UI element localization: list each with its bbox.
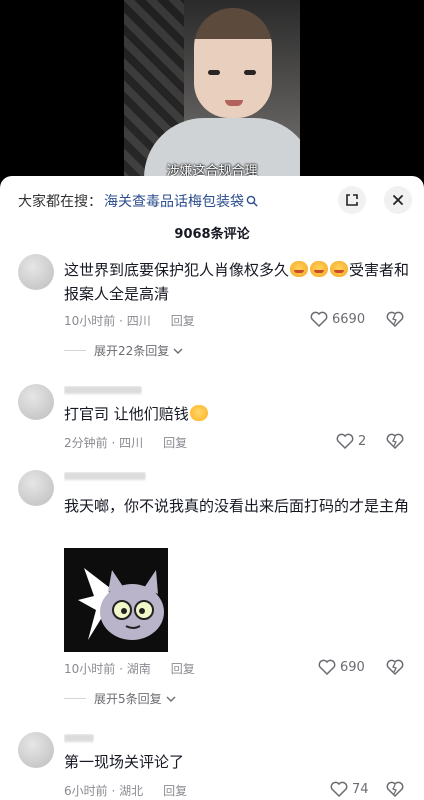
username[interactable] bbox=[64, 386, 142, 400]
video-player[interactable]: 涉嫌这合规合理 bbox=[0, 0, 424, 182]
comment-meta: 10小时前 · 四川 回复 bbox=[64, 312, 195, 329]
reply-button[interactable]: 回复 bbox=[171, 312, 195, 329]
avatar[interactable] bbox=[18, 254, 54, 290]
avatar[interactable] bbox=[18, 470, 54, 506]
expand-button[interactable] bbox=[338, 186, 366, 214]
like-button[interactable]: 690 bbox=[318, 659, 365, 675]
heart-icon bbox=[310, 311, 328, 327]
comment-time-location: 10小时前 · 四川 bbox=[64, 314, 151, 328]
video-frame: 涉嫌这合规合理 bbox=[124, 0, 300, 182]
expand-icon bbox=[346, 194, 358, 206]
heart-icon bbox=[318, 659, 336, 675]
dislike-icon[interactable] bbox=[386, 311, 404, 327]
like-count: 2 bbox=[358, 433, 367, 449]
expand-replies-button[interactable]: 展开5条回复 bbox=[64, 690, 176, 707]
like-count: 690 bbox=[340, 659, 365, 675]
emoji-icon bbox=[310, 261, 329, 277]
divider bbox=[64, 350, 86, 351]
comment-time-location: 10小时前 · 湖南 bbox=[64, 662, 151, 676]
reply-button[interactable]: 回复 bbox=[163, 782, 187, 799]
blurred-username bbox=[64, 734, 94, 742]
close-icon bbox=[393, 195, 403, 205]
avatar[interactable] bbox=[18, 384, 54, 420]
comment-meta: 6小时前 · 湖北 回复 bbox=[64, 782, 187, 799]
comment-time-location: 6小时前 · 湖北 bbox=[64, 784, 144, 798]
comment-count-title: 9068条评论 bbox=[174, 227, 250, 242]
blurred-username bbox=[64, 386, 142, 394]
comment-text: 我天啷，你不说我真的没看出来后面打码的才是主角 bbox=[64, 497, 410, 515]
avatar[interactable] bbox=[18, 732, 54, 768]
eye bbox=[208, 70, 220, 75]
dislike-icon[interactable] bbox=[386, 781, 404, 797]
like-button[interactable]: 74 bbox=[330, 781, 369, 797]
comment-text: 打官司 让他们赔钱 bbox=[64, 402, 410, 426]
like-count: 6690 bbox=[332, 311, 366, 327]
search-query-link[interactable]: 海关查毒品话梅包装袋 bbox=[104, 191, 244, 211]
like-count: 74 bbox=[352, 781, 369, 797]
username[interactable] bbox=[64, 472, 146, 486]
comment-meta: 10小时前 · 湖南 回复 bbox=[64, 660, 195, 677]
comment-sheet: 大家都在搜： 海关查毒品话梅包装袋 9068条评论 这世界到底要保护犯人肖像权多… bbox=[0, 176, 424, 800]
heart-icon bbox=[336, 433, 354, 449]
eye bbox=[244, 70, 256, 75]
search-prefix: 大家都在搜： bbox=[18, 194, 102, 210]
reply-button[interactable]: 回复 bbox=[171, 660, 195, 677]
comment-text: 第一现场关评论了 bbox=[64, 753, 185, 771]
dislike-icon[interactable] bbox=[386, 659, 404, 675]
comment-meta: 2分钟前 · 四川 回复 bbox=[64, 434, 187, 451]
chevron-down-icon bbox=[173, 348, 183, 354]
sticker-image[interactable] bbox=[64, 548, 168, 652]
divider bbox=[64, 698, 86, 699]
expand-replies-button[interactable]: 展开22条回复 bbox=[64, 342, 183, 359]
blurred-username bbox=[64, 472, 146, 480]
comment-text: 这世界到底要保护犯人肖像权多久 受害者和报案人全是高清 bbox=[64, 261, 410, 303]
reply-button[interactable]: 回复 bbox=[163, 434, 187, 451]
emoji-icon bbox=[330, 261, 349, 277]
search-icon bbox=[246, 195, 258, 207]
chevron-down-icon bbox=[166, 696, 176, 702]
dislike-icon[interactable] bbox=[386, 433, 404, 449]
comment-time-location: 2分钟前 · 四川 bbox=[64, 436, 144, 450]
heart-icon bbox=[330, 781, 348, 797]
emoji-icon bbox=[290, 261, 309, 277]
like-button[interactable]: 2 bbox=[336, 433, 366, 449]
close-button[interactable] bbox=[384, 186, 412, 214]
emoji-icon bbox=[189, 405, 208, 421]
search-suggestion[interactable]: 大家都在搜： 海关查毒品话梅包装袋 bbox=[18, 190, 258, 212]
like-button[interactable]: 6690 bbox=[310, 311, 365, 327]
username[interactable] bbox=[64, 734, 94, 748]
cat-sticker-icon bbox=[64, 548, 168, 652]
